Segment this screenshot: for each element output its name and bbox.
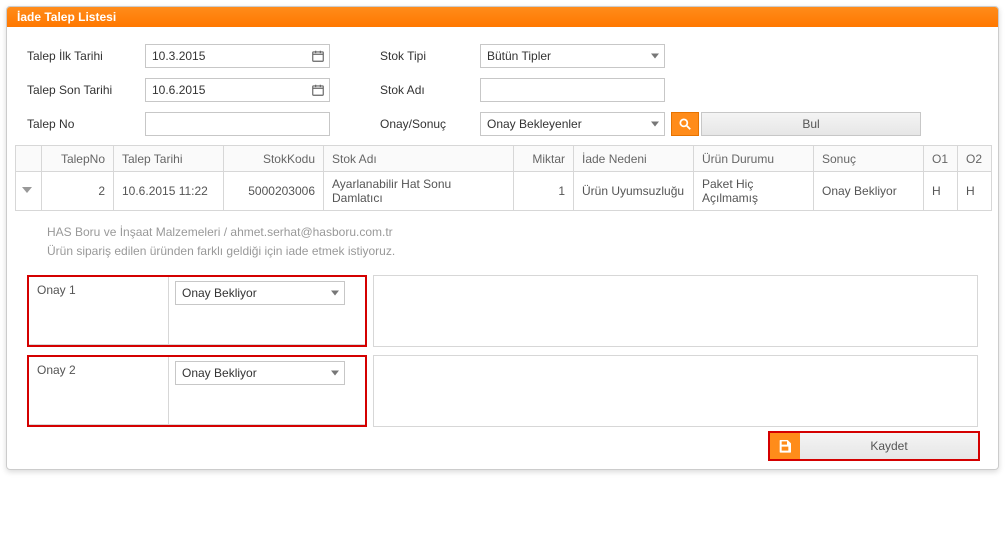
approval-1-comment[interactable] xyxy=(373,275,978,347)
cell-urun-durumu: Paket Hiç Açılmamış xyxy=(694,172,814,211)
results-table: TalepNo Talep Tarihi StokKodu Stok Adı M… xyxy=(15,145,992,211)
col-expand xyxy=(16,146,42,172)
input-talep-son-tarihi[interactable] xyxy=(145,78,330,102)
approval-row-2: Onay 2 Onay Bekliyor xyxy=(27,355,978,427)
cell-talep-tarihi: 10.6.2015 11:22 xyxy=(114,172,224,211)
detail-line-2: Ürün sipariş edilen üründen farklı geldi… xyxy=(47,242,958,261)
chevron-down-icon xyxy=(651,54,659,59)
save-button-label: Kaydet xyxy=(800,433,978,459)
cell-iade-nedeni: Ürün Uyumsuzluğu xyxy=(574,172,694,211)
approval-2-comment[interactable] xyxy=(373,355,978,427)
chevron-down-icon xyxy=(651,122,659,127)
col-talep-tarihi[interactable]: Talep Tarihi xyxy=(114,146,224,172)
cell-stok-adi: Ayarlanabilir Hat Sonu Damlatıcı xyxy=(324,172,514,211)
cell-o1: H xyxy=(924,172,958,211)
label-stok-tipi: Stok Tipi xyxy=(380,49,480,63)
label-stok-adi: Stok Adı xyxy=(380,83,480,97)
col-stok-adi[interactable]: Stok Adı xyxy=(324,146,514,172)
col-o1[interactable]: O1 xyxy=(924,146,958,172)
col-miktar[interactable]: Miktar xyxy=(514,146,574,172)
table-row[interactable]: 2 10.6.2015 11:22 5000203006 Ayarlanabil… xyxy=(16,172,992,211)
row-detail: HAS Boru ve İnşaat Malzemeleri / ahmet.s… xyxy=(7,211,998,275)
approval-1-label: Onay 1 xyxy=(29,277,169,345)
approval-row-1: Onay 1 Onay Bekliyor xyxy=(27,275,978,347)
footer-row: Kaydet xyxy=(7,427,998,469)
detail-line-1: HAS Boru ve İnşaat Malzemeleri / ahmet.s… xyxy=(47,223,958,242)
chevron-down-icon xyxy=(331,371,339,376)
table-header-row: TalepNo Talep Tarihi StokKodu Stok Adı M… xyxy=(16,146,992,172)
label-talep-son-tarihi: Talep Son Tarihi xyxy=(27,83,145,97)
approval-2-select[interactable]: Onay Bekliyor xyxy=(175,361,345,385)
cell-miktar: 1 xyxy=(514,172,574,211)
approvals-area: Onay 1 Onay Bekliyor Onay 2 Onay Bekliyo… xyxy=(7,275,998,427)
save-icon xyxy=(770,433,800,459)
col-sonuc[interactable]: Sonuç xyxy=(814,146,924,172)
iade-talep-panel: İade Talep Listesi Talep İlk Tarihi Tale… xyxy=(6,6,999,470)
col-urun-durumu[interactable]: Ürün Durumu xyxy=(694,146,814,172)
chevron-down-icon xyxy=(22,187,32,193)
chevron-down-icon xyxy=(331,291,339,296)
filter-area: Talep İlk Tarihi Talep Son Tarihi xyxy=(7,27,998,145)
input-talep-no[interactable] xyxy=(145,112,330,136)
label-onay-sonuc: Onay/Sonuç xyxy=(380,117,480,131)
input-stok-adi[interactable] xyxy=(480,78,665,102)
select-onay-sonuc[interactable]: Onay Bekleyenler xyxy=(480,112,665,136)
label-talep-ilk-tarihi: Talep İlk Tarihi xyxy=(27,49,145,63)
label-talep-no: Talep No xyxy=(27,117,145,131)
approval-2-label: Onay 2 xyxy=(29,357,169,425)
col-iade-nedeni[interactable]: İade Nedeni xyxy=(574,146,694,172)
expand-toggle[interactable] xyxy=(16,172,42,211)
search-button[interactable] xyxy=(671,112,699,136)
col-stok-kodu[interactable]: StokKodu xyxy=(224,146,324,172)
panel-title: İade Talep Listesi xyxy=(7,7,998,27)
select-stok-tipi[interactable]: Bütün Tipler xyxy=(480,44,665,68)
cell-talepno: 2 xyxy=(42,172,114,211)
cell-sonuc: Onay Bekliyor xyxy=(814,172,924,211)
approval-1-select[interactable]: Onay Bekliyor xyxy=(175,281,345,305)
cell-stok-kodu: 5000203006 xyxy=(224,172,324,211)
col-o2[interactable]: O2 xyxy=(958,146,992,172)
cell-o2: H xyxy=(958,172,992,211)
col-talepno[interactable]: TalepNo xyxy=(42,146,114,172)
save-button[interactable]: Kaydet xyxy=(768,431,980,461)
input-talep-ilk-tarihi[interactable] xyxy=(145,44,330,68)
bul-button[interactable]: Bul xyxy=(701,112,921,136)
